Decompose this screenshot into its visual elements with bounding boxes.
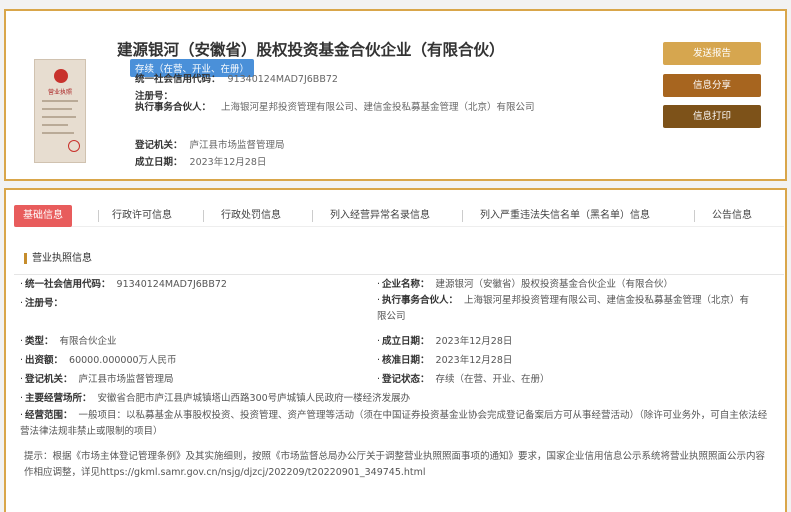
tab-abnormal-list[interactable]: 列入经营异常名录信息 bbox=[330, 205, 430, 227]
field-scope: · 经营范围： 一般项目：以私募基金从事股权投资、投资管理、资产管理等活动（须在中国… bbox=[20, 410, 768, 437]
field-approved: · 核准日期： 2023年12月28日 bbox=[377, 355, 513, 366]
field-value: 安徽省合肥市庐江县庐城镇塔山西路300号庐城镇人民政府一楼经济发展办 bbox=[97, 393, 411, 404]
send-report-button[interactable]: 发送报告 bbox=[663, 42, 761, 65]
share-info-button[interactable]: 信息分享 bbox=[663, 74, 761, 97]
tab-divider bbox=[312, 210, 313, 222]
field-label: 登记机关： bbox=[25, 374, 73, 385]
authority-label: 登记机关： bbox=[135, 140, 183, 151]
company-summary-panel: 营业执照 建源银河（安徽省）股权投资基金合伙企业（有限合伙） 存续（在营、开业、… bbox=[4, 9, 787, 181]
print-info-button[interactable]: 信息打印 bbox=[663, 105, 761, 128]
authority-row: 登记机关： 庐江县市场监督管理局 bbox=[135, 137, 285, 151]
credit-code-value: 91340124MAD7J6BB72 bbox=[227, 74, 338, 85]
notice-text: 提示：根据《市场主体登记管理条例》及其实施细则，按照《市场监督总局办公厅关于调整… bbox=[24, 451, 766, 478]
tab-blacklist[interactable]: 列入严重违法失信名单（黑名单）信息 bbox=[480, 205, 650, 227]
business-license-thumbnail[interactable]: 营业执照 bbox=[34, 59, 86, 163]
field-capital: · 出资额： 60000.000000万人民币 bbox=[20, 355, 177, 366]
license-caption: 营业执照 bbox=[47, 89, 72, 96]
established-value: 2023年12月28日 bbox=[189, 157, 267, 168]
established-row: 成立日期： 2023年12月28日 bbox=[135, 154, 266, 168]
field-value: 2023年12月28日 bbox=[435, 336, 513, 347]
field-value: 一般项目：以私募基金从事股权投资、投资管理、资产管理等活动（须在中国证券投资基金… bbox=[20, 410, 768, 437]
field-type: · 类型： 有限合伙企业 bbox=[20, 336, 117, 347]
tab-divider bbox=[203, 210, 204, 222]
field-value: 91340124MAD7J6BB72 bbox=[116, 279, 227, 290]
field-label: 企业名称： bbox=[382, 279, 430, 290]
field-value: 建源银河（安徽省）股权投资基金合伙企业（有限合伙） bbox=[435, 279, 674, 290]
field-value: 存续（在营、开业、在册） bbox=[435, 374, 550, 385]
partner-row: 执行事务合伙人： 上海银河星邦投资管理有限公司、建信金投私募基金管理（北京）有限… bbox=[135, 100, 545, 116]
field-label: 主要经营场所： bbox=[25, 393, 92, 404]
field-address: · 主要经营场所： 安徽省合肥市庐江县庐城镇塔山西路300号庐城镇人民政府一楼经济发… bbox=[20, 393, 411, 404]
tab-divider bbox=[98, 210, 99, 222]
field-value: 60000.000000万人民币 bbox=[69, 355, 177, 366]
field-label: 出资额： bbox=[25, 355, 64, 366]
tab-announcements[interactable]: 公告信息 bbox=[712, 205, 752, 227]
license-text-line bbox=[42, 100, 78, 102]
field-company-name: · 企业名称： 建源银河（安徽省）股权投资基金合伙企业（有限合伙） bbox=[377, 279, 674, 290]
field-reg-status: · 登记状态： 存续（在营、开业、在册） bbox=[377, 374, 550, 385]
section-title: 营业执照信息 bbox=[24, 253, 92, 264]
license-text-line bbox=[42, 116, 76, 118]
field-label: 类型： bbox=[25, 336, 54, 347]
tab-admin-license[interactable]: 行政许可信息 bbox=[112, 205, 172, 227]
established-label: 成立日期： bbox=[135, 157, 183, 168]
field-value: 有限合伙企业 bbox=[59, 336, 117, 347]
company-name-title: 建源银河（安徽省）股权投资基金合伙企业（有限合伙） bbox=[117, 41, 505, 59]
field-label: 成立日期： bbox=[382, 336, 430, 347]
seal-icon bbox=[68, 140, 80, 152]
field-label: 统一社会信用代码： bbox=[25, 279, 111, 290]
field-label: 执行事务合伙人： bbox=[382, 295, 459, 306]
tab-admin-penalty[interactable]: 行政处罚信息 bbox=[221, 205, 281, 227]
field-label: 注册号： bbox=[25, 298, 64, 309]
authority-value: 庐江县市场监督管理局 bbox=[189, 140, 285, 151]
field-established: · 成立日期： 2023年12月28日 bbox=[377, 336, 513, 347]
license-text-line bbox=[42, 124, 68, 126]
details-panel: 基础信息 行政许可信息 行政处罚信息 列入经营异常名录信息 列入严重违法失信名单… bbox=[4, 188, 787, 512]
field-value: 2023年12月28日 bbox=[435, 355, 513, 366]
license-text-line bbox=[42, 108, 72, 110]
license-text-line bbox=[42, 132, 74, 134]
credit-code-row: 统一社会信用代码： 91340124MAD7J6BB72 bbox=[135, 71, 338, 85]
field-label: 经营范围： bbox=[25, 410, 73, 421]
partner-label: 执行事务合伙人： bbox=[135, 102, 212, 113]
field-label: 登记状态： bbox=[382, 374, 430, 385]
tab-basic-info[interactable]: 基础信息 bbox=[14, 205, 72, 227]
divider bbox=[14, 274, 784, 275]
tab-divider bbox=[694, 210, 695, 222]
field-partner: · 执行事务合伙人： 上海银河星邦投资管理有限公司、建信金投私募基金管理（北京）有限… bbox=[377, 295, 750, 322]
tab-divider bbox=[462, 210, 463, 222]
field-label: 核准日期： bbox=[382, 355, 430, 366]
field-value: 庐江县市场监督管理局 bbox=[78, 374, 174, 385]
field-authority: · 登记机关： 庐江县市场监督管理局 bbox=[20, 374, 174, 385]
national-emblem-icon bbox=[54, 69, 68, 83]
credit-code-label: 统一社会信用代码： bbox=[135, 74, 221, 85]
field-credit-code: · 统一社会信用代码： 91340124MAD7J6BB72 bbox=[20, 279, 227, 290]
field-reg-no: · 注册号： bbox=[20, 298, 64, 309]
info-tabs: 基础信息 行政许可信息 行政处罚信息 列入经营异常名录信息 列入严重违法失信名单… bbox=[14, 205, 784, 227]
